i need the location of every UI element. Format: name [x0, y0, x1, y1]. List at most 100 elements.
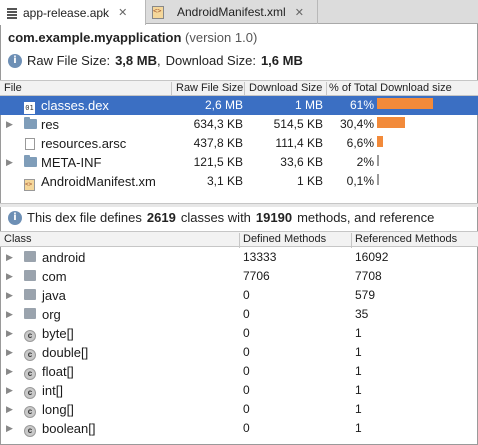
percent-bar [377, 174, 379, 185]
expand-arrow-icon[interactable]: ▶ [6, 328, 13, 339]
dex-file-icon: 01 [24, 102, 35, 114]
download-size: 514,5 KB [273, 117, 323, 131]
download-size: 1 MB [294, 98, 323, 112]
method-count: 19190 [255, 210, 293, 225]
defined-methods: 7706 [243, 269, 270, 283]
expand-arrow-icon[interactable]: ▶ [6, 385, 13, 396]
tab-android-manifest[interactable]: AndroidManifest.xml ✕ [146, 0, 318, 24]
application-id: com.example.myapplication (version 1.0) [8, 30, 257, 45]
folder-icon [24, 117, 37, 131]
class-name: double[] [42, 345, 89, 360]
package-name: com.example.myapplication [8, 30, 182, 45]
dex-summary-prefix: This dex file defines [27, 210, 142, 225]
defined-methods: 0 [243, 345, 250, 359]
referenced-methods: 1 [355, 326, 362, 340]
class-row[interactable]: ▶ c boolean[] 0 1 [0, 419, 478, 438]
package-icon [24, 288, 36, 302]
referenced-methods: 1 [355, 402, 362, 416]
column-header-referenced-methods[interactable]: Referenced Methods [355, 233, 457, 245]
expand-arrow-icon[interactable]: ▶ [6, 423, 13, 434]
package-icon [24, 269, 36, 283]
class-name: com [42, 269, 67, 284]
referenced-methods: 7708 [355, 269, 382, 283]
class-icon: c [24, 345, 36, 361]
class-row[interactable]: ▶ c byte[] 0 1 [0, 324, 478, 343]
expand-arrow-icon[interactable]: ▶ [6, 366, 13, 377]
referenced-methods: 1 [355, 421, 362, 435]
dex-summary: i This dex file defines 2619 classes wit… [8, 210, 434, 225]
percent: 0,1% [346, 174, 374, 188]
close-tab-icon[interactable]: ✕ [295, 6, 304, 19]
class-name: org [42, 307, 61, 322]
defined-methods: 0 [243, 288, 250, 302]
class-name: float[] [42, 364, 74, 379]
defined-methods: 0 [243, 364, 250, 378]
defined-methods: 0 [243, 307, 250, 321]
class-row[interactable]: ▶ com 7706 7708 [0, 267, 478, 286]
editor-tab-bar: app-release.apk ✕ AndroidManifest.xml ✕ [0, 0, 478, 25]
file-row[interactable]: <> AndroidManifest.xm 3,1 KB 1 KB 0,1% [0, 172, 478, 191]
column-header-class[interactable]: Class [4, 233, 32, 245]
class-icon: c [24, 383, 36, 399]
close-tab-icon[interactable]: ✕ [118, 6, 127, 19]
tab-label: app-release.apk [23, 5, 110, 20]
class-name: long[] [42, 402, 74, 417]
defined-methods: 0 [243, 402, 250, 416]
dex-summary-mid2: methods, and reference [297, 210, 435, 225]
column-header-percent[interactable]: % of Total Download size [329, 82, 452, 94]
apk-icon [6, 6, 18, 19]
referenced-methods: 1 [355, 364, 362, 378]
expand-arrow-icon[interactable]: ▶ [6, 404, 13, 415]
raw-size: 2,6 MB [204, 98, 243, 112]
referenced-methods: 35 [355, 307, 369, 321]
expand-arrow-icon[interactable]: ▶ [6, 290, 13, 301]
class-row[interactable]: ▶ org 0 35 [0, 305, 478, 324]
expand-arrow-icon[interactable]: ▶ [6, 271, 13, 282]
class-icon: c [24, 364, 36, 380]
dex-summary-mid1: classes with [180, 210, 251, 225]
files-table-header: File Raw File Size Download Size % of To… [0, 80, 478, 97]
file-name: classes.dex [41, 98, 109, 113]
class-name: java [42, 288, 66, 303]
class-icon: c [24, 402, 36, 418]
xml-file-icon [152, 5, 164, 19]
percent: 6,6% [346, 136, 374, 150]
apk-size-summary: i Raw File Size: 3,8 MB, Download Size: … [8, 53, 303, 68]
class-row[interactable]: ▶ android 13333 16092 [0, 248, 478, 267]
folder-icon [24, 155, 37, 169]
file-row[interactable]: 01 classes.dex 2,6 MB 1 MB 61% [0, 96, 478, 115]
expand-arrow-icon[interactable]: ▶ [6, 309, 13, 320]
class-row[interactable]: ▶ java 0 579 [0, 286, 478, 305]
class-name: byte[] [42, 326, 74, 341]
expand-arrow-icon[interactable]: ▶ [6, 347, 13, 358]
percent: 30,4% [339, 117, 374, 131]
expand-arrow-icon[interactable]: ▶ [6, 252, 13, 263]
package-icon [24, 307, 36, 321]
class-row[interactable]: ▶ c double[] 0 1 [0, 343, 478, 362]
expand-arrow-icon[interactable]: ▶ [6, 119, 13, 130]
file-row[interactable]: ▶ META-INF 121,5 KB 33,6 KB 2% [0, 153, 478, 172]
class-row[interactable]: ▶ c int[] 0 1 [0, 381, 478, 400]
column-header-raw-size[interactable]: Raw File Size [176, 82, 243, 94]
file-name: resources.arsc [41, 136, 127, 151]
tab-app-release-apk[interactable]: app-release.apk ✕ [0, 0, 146, 25]
column-header-file[interactable]: File [4, 82, 22, 94]
raw-size: 121,5 KB [193, 155, 243, 169]
class-name: boolean[] [42, 421, 96, 436]
class-count: 2619 [146, 210, 176, 225]
download-size: 111,4 KB [275, 136, 323, 150]
size-separator: , [156, 53, 161, 68]
file-row[interactable]: ▶ res 634,3 KB 514,5 KB 30,4% [0, 115, 478, 134]
class-icon: c [24, 326, 36, 342]
info-icon: i [8, 210, 22, 225]
defined-methods: 0 [243, 421, 250, 435]
panel-splitter[interactable] [0, 203, 478, 207]
expand-arrow-icon[interactable]: ▶ [6, 157, 13, 168]
class-row[interactable]: ▶ c long[] 0 1 [0, 400, 478, 419]
file-row[interactable]: resources.arsc 437,8 KB 111,4 KB 6,6% [0, 134, 478, 153]
package-icon [24, 250, 36, 264]
column-header-defined-methods[interactable]: Defined Methods [243, 233, 326, 245]
column-header-download-size[interactable]: Download Size [249, 82, 322, 94]
class-row[interactable]: ▶ c float[] 0 1 [0, 362, 478, 381]
version-label: (version 1.0) [185, 30, 258, 45]
